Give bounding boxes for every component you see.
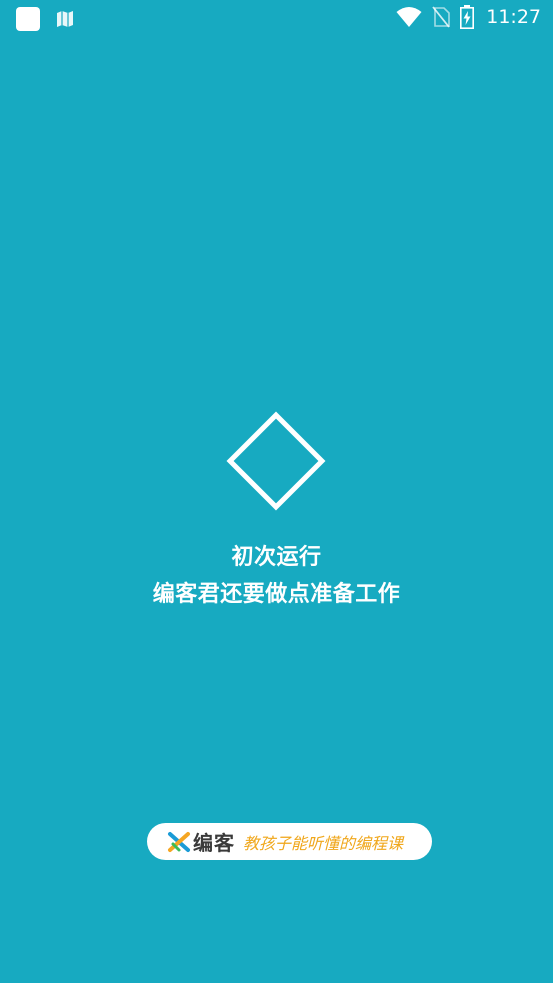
status-time: 11:27 bbox=[486, 6, 541, 28]
diamond-outline-icon bbox=[226, 411, 326, 511]
brand-banner: 编客 教孩子能听懂的编程课 bbox=[147, 823, 432, 860]
wifi-icon bbox=[396, 7, 422, 27]
battery-charging-icon bbox=[460, 5, 475, 29]
status-bar: 11:27 bbox=[0, 0, 553, 38]
app-square-icon bbox=[16, 7, 40, 31]
status-bar-left bbox=[15, 6, 75, 32]
message-line-2: 编客君还要做点准备工作 bbox=[152, 582, 401, 607]
status-bar-right: 11:27 bbox=[396, 5, 541, 29]
brand-slogan: 教孩子能听懂的编程课 bbox=[243, 833, 404, 853]
map-icon bbox=[57, 11, 73, 27]
no-sim-icon bbox=[432, 6, 451, 28]
message-line-1: 初次运行 bbox=[231, 545, 322, 570]
brand-name: 编客 bbox=[193, 831, 235, 855]
biankee-logo-icon bbox=[168, 831, 190, 852]
